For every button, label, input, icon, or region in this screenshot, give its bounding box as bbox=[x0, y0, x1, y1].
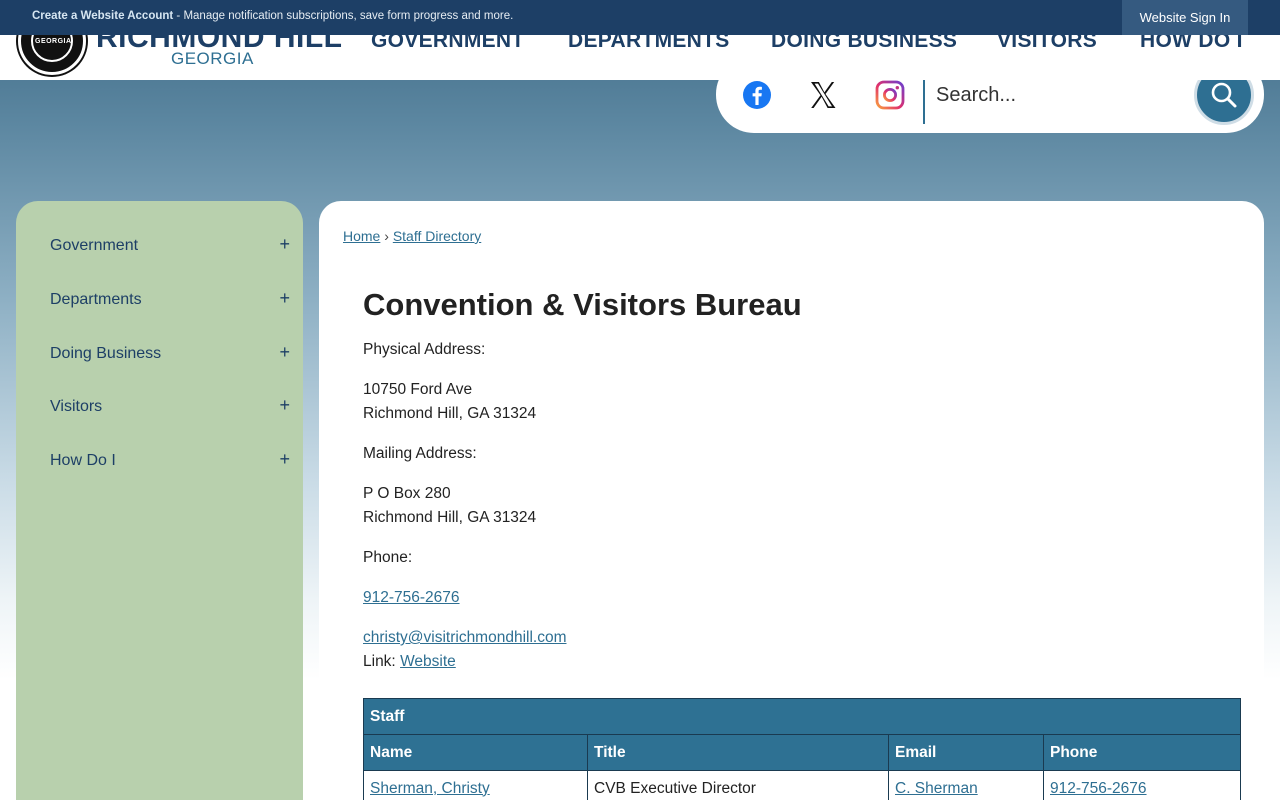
staff-header-row: Name Title Email Phone bbox=[363, 734, 1241, 771]
mailing-address-line1: P O Box 280 bbox=[363, 485, 451, 502]
expand-plus-icon[interactable]: + bbox=[279, 342, 290, 363]
instagram-icon[interactable] bbox=[875, 80, 905, 110]
mailing-address-line2: Richmond Hill, GA 31324 bbox=[363, 509, 537, 526]
search-input[interactable] bbox=[936, 78, 1186, 112]
nav-item-government[interactable]: GOVERNMENT bbox=[371, 35, 525, 53]
breadcrumb: Home › Staff Directory bbox=[343, 228, 481, 244]
notification-message: Create a Website Account - Manage notifi… bbox=[32, 10, 513, 22]
mailing-address-label: Mailing Address: bbox=[363, 445, 477, 462]
brand-subtitle: GEORGIA bbox=[171, 49, 254, 68]
column-header-phone: Phone bbox=[1043, 734, 1241, 771]
sidenav-item-label[interactable]: Government bbox=[50, 237, 138, 255]
staff-title-cell: CVB Executive Director bbox=[587, 770, 889, 800]
link-label: Link: bbox=[363, 653, 396, 670]
website-link[interactable]: Website bbox=[400, 653, 456, 670]
nav-item-visitors[interactable]: VISITORS bbox=[997, 35, 1097, 53]
expand-plus-icon[interactable]: + bbox=[279, 395, 290, 416]
x-twitter-icon[interactable] bbox=[808, 80, 838, 110]
staff-caption-row: Staff bbox=[363, 698, 1241, 735]
phone-label: Phone: bbox=[363, 549, 413, 566]
seal-text: GEORGIA bbox=[35, 38, 72, 45]
staff-email-cell: C. Sherman bbox=[888, 770, 1044, 800]
breadcrumb-home-link[interactable]: Home bbox=[343, 228, 380, 244]
physical-address-line2: Richmond Hill, GA 31324 bbox=[363, 405, 537, 422]
notification-bar: Create a Website Account - Manage notifi… bbox=[0, 0, 1280, 35]
search-icon bbox=[1211, 82, 1237, 108]
sidenav-item-label[interactable]: Departments bbox=[50, 291, 142, 309]
breadcrumb-staff-directory-link[interactable]: Staff Directory bbox=[393, 228, 481, 244]
facebook-icon[interactable] bbox=[742, 80, 772, 110]
staff-caption: Staff bbox=[363, 698, 1241, 735]
website-sign-in-button[interactable]: Website Sign In bbox=[1122, 0, 1248, 35]
physical-address-label: Physical Address: bbox=[363, 341, 486, 358]
nav-item-departments[interactable]: DEPARTMENTS bbox=[568, 35, 730, 53]
staff-phone-link[interactable]: 912-756-2676 bbox=[1050, 780, 1147, 797]
physical-address-line1: 10750 Ford Ave bbox=[363, 381, 473, 398]
column-header-name: Name bbox=[363, 734, 588, 771]
staff-name-link[interactable]: Sherman, Christy bbox=[370, 780, 490, 797]
email-link[interactable]: christy@visitrichmondhill.com bbox=[363, 629, 567, 646]
side-navigation: Government + Departments + Doing Busines… bbox=[16, 201, 303, 800]
breadcrumb-separator: › bbox=[384, 228, 389, 244]
expand-plus-icon[interactable]: + bbox=[279, 234, 290, 255]
email-row: christy@visitrichmondhill.com bbox=[363, 629, 567, 647]
sidenav-item-departments[interactable]: Departments + bbox=[50, 286, 290, 316]
staff-email-link[interactable]: C. Sherman bbox=[895, 780, 978, 797]
sidenav-item-label[interactable]: Doing Business bbox=[50, 345, 161, 363]
expand-plus-icon[interactable]: + bbox=[279, 288, 290, 309]
column-header-email: Email bbox=[888, 734, 1044, 771]
staff-name-cell: Sherman, Christy bbox=[363, 770, 588, 800]
staff-phone-cell: 912-756-2676 bbox=[1043, 770, 1241, 800]
sidenav-item-label[interactable]: How Do I bbox=[50, 452, 116, 470]
website-row: Link: Website bbox=[363, 653, 456, 671]
city-seal-logo[interactable]: GEORGIA bbox=[18, 35, 86, 75]
sidenav-item-label[interactable]: Visitors bbox=[50, 398, 102, 416]
staff-table: Staff Name Title Email Phone Sherman, Ch… bbox=[363, 698, 1241, 800]
phone-row: 912-756-2676 bbox=[363, 589, 460, 607]
sidenav-item-government[interactable]: Government + bbox=[50, 232, 290, 262]
notification-text: - Manage notification subscriptions, sav… bbox=[173, 10, 514, 22]
page-title: Convention & Visitors Bureau bbox=[363, 287, 802, 322]
expand-plus-icon[interactable]: + bbox=[279, 449, 290, 470]
sidenav-item-how-do-i[interactable]: How Do I + bbox=[50, 447, 290, 477]
phone-link[interactable]: 912-756-2676 bbox=[363, 589, 460, 606]
site-header: GEORGIA RICHMOND HILL GEORGIA GOVERNMENT… bbox=[0, 35, 1280, 80]
table-row: Sherman, Christy CVB Executive Director … bbox=[363, 770, 1241, 800]
create-account-link[interactable]: Create a Website Account bbox=[32, 10, 173, 22]
sidenav-item-doing-business[interactable]: Doing Business + bbox=[50, 340, 290, 370]
column-header-title: Title bbox=[587, 734, 889, 771]
content-card: Home › Staff Directory Convention & Visi… bbox=[319, 201, 1264, 800]
nav-item-how-do-i[interactable]: HOW DO I bbox=[1140, 35, 1243, 53]
nav-item-doing-business[interactable]: DOING BUSINESS bbox=[771, 35, 957, 53]
sidenav-item-visitors[interactable]: Visitors + bbox=[50, 393, 290, 423]
